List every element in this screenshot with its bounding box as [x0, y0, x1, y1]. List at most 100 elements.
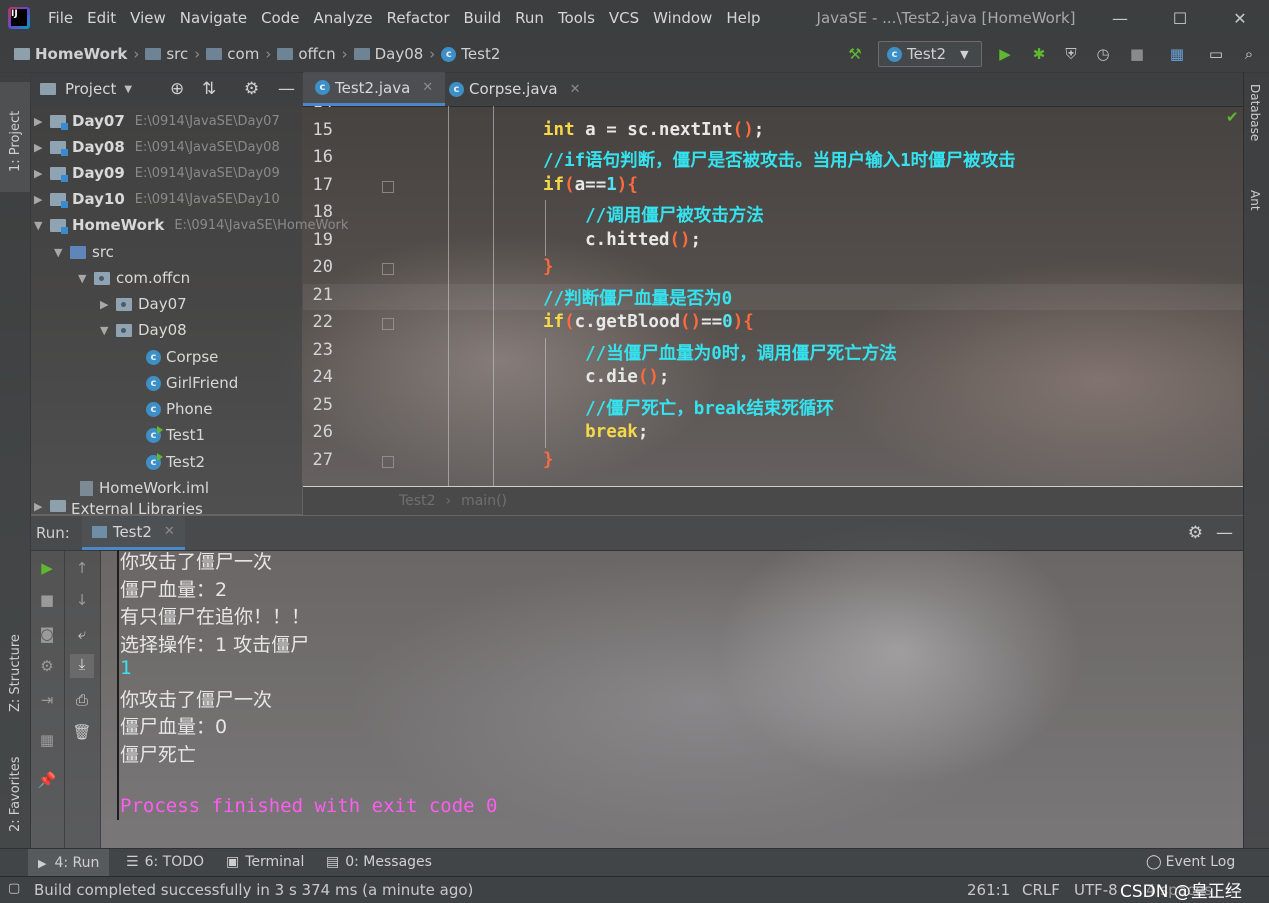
expand-arrow-icon[interactable]: ▶ [34, 167, 50, 180]
structure-tool-tab[interactable]: Z: Structure [0, 612, 30, 722]
exit-icon[interactable]: ⇥ [37, 690, 57, 710]
project-view-selector[interactable]: Project [65, 80, 116, 98]
run-tool-tab[interactable]: ▶ 4: Run [28, 849, 110, 877]
tree-item-homework-module[interactable]: ▼ HomeWork E:\0914\JavaSE\HomeWork [34, 212, 348, 238]
breadcrumb-test2[interactable]: c Test2 [441, 45, 500, 63]
tree-item-girlfriend[interactable]: c GirlFriend [146, 370, 238, 396]
menu-code[interactable]: Code [261, 9, 299, 27]
trash-icon[interactable]: 🗑 [72, 722, 92, 742]
intellij-logo-icon[interactable] [8, 7, 30, 29]
caret-position[interactable]: 261:1 [967, 881, 1010, 899]
tree-item-com-offcn[interactable]: ▼ com.offcn [78, 265, 190, 291]
expand-arrow-icon[interactable]: ▶ [100, 298, 116, 311]
debug-icon[interactable]: ✱ [1030, 46, 1048, 62]
editor-breadcrumb-class[interactable]: Test2 [399, 493, 435, 509]
stop-icon[interactable]: ■ [37, 590, 57, 610]
tree-item-day09-module[interactable]: ▶ Day09 E:\0914\JavaSE\Day09 [34, 160, 280, 186]
console-output[interactable]: 你攻击了僵尸一次 僵尸血量：2 有只僵尸在追你！！！ 选择操作：1 攻击僵尸 1 你攻击了… [100, 550, 1243, 848]
scroll-to-end-icon[interactable]: ⤓ [70, 654, 94, 678]
expand-arrow-icon[interactable]: ▶ [34, 115, 50, 128]
project-structure-icon[interactable]: ▦ [1168, 46, 1186, 62]
tab-corpse-java[interactable]: c Corpse.java ✕ [437, 72, 593, 106]
expand-arrow-icon[interactable]: ▶ [34, 193, 50, 206]
restore-layout-icon[interactable]: ⚙ [37, 656, 57, 676]
project-tool-tab[interactable]: 1: Project [0, 82, 30, 192]
menu-file[interactable]: File [48, 9, 73, 27]
menu-help[interactable]: Help [726, 9, 760, 27]
tree-item-day08-module[interactable]: ▶ Day08 E:\0914\JavaSE\Day08 [34, 134, 280, 160]
favorites-tool-tab[interactable]: 2: Favorites [0, 732, 30, 842]
tree-item-day10-module[interactable]: ▶ Day10 E:\0914\JavaSE\Day10 [34, 186, 280, 212]
expand-arrow-icon[interactable]: ▶ [34, 500, 50, 513]
collapse-arrow-icon[interactable]: ▼ [78, 272, 94, 285]
menu-navigate[interactable]: Navigate [180, 9, 247, 27]
menu-analyze[interactable]: Analyze [313, 9, 372, 27]
menu-view[interactable]: View [130, 9, 166, 27]
tree-item-src[interactable]: ▼ src [54, 239, 114, 265]
search-icon[interactable]: ⌕ [1240, 46, 1258, 62]
breadcrumb-com[interactable]: com › [206, 45, 277, 63]
terminal-tool-tab[interactable]: ▣ Terminal [226, 854, 304, 870]
expand-arrow-icon[interactable]: ▶ [34, 141, 50, 154]
run-tab-test2[interactable]: Test2 ✕ [81, 516, 185, 550]
camera-icon[interactable]: ◙ [37, 624, 57, 644]
close-button[interactable]: ✕ [1210, 0, 1269, 36]
menu-vcs[interactable]: VCS [609, 9, 639, 27]
tree-item-phone[interactable]: c Phone [146, 396, 212, 422]
collapse-all-icon[interactable]: ⇅ [202, 79, 216, 99]
menu-tools[interactable]: Tools [558, 9, 595, 27]
close-tab-icon[interactable]: ✕ [422, 80, 433, 95]
line-separator[interactable]: CRLF [1022, 881, 1060, 899]
messages-tool-tab[interactable]: ▤ 0: Messages [326, 854, 432, 870]
gear-icon[interactable]: ⚙ [244, 79, 259, 99]
coverage-icon[interactable]: ⛨ [1062, 46, 1080, 62]
rerun-icon[interactable]: ▶ [37, 558, 57, 578]
run-configuration-dropdown[interactable]: c Test2 ▼ [878, 41, 982, 67]
collapse-arrow-icon[interactable]: ▼ [100, 324, 116, 337]
status-message[interactable]: Build completed successfully in 3 s 374 … [34, 881, 473, 899]
minimize-button[interactable]: — [1090, 0, 1150, 36]
breadcrumb-homework[interactable]: HomeWork › [14, 45, 145, 63]
tree-item-test2[interactable]: c Test2 [146, 449, 205, 475]
build-hammer-icon[interactable]: ⚒ [846, 46, 864, 62]
tree-item-day07-module[interactable]: ▶ Day07 E:\0914\JavaSE\Day07 [34, 108, 280, 134]
profile-icon[interactable]: ◷ [1094, 46, 1112, 62]
hide-panel-icon[interactable]: — [1216, 523, 1233, 543]
soft-wrap-icon[interactable]: ⤶ [72, 624, 92, 644]
gear-icon[interactable]: ⚙ [1188, 523, 1203, 543]
up-arrow-icon[interactable]: ↑ [72, 558, 92, 578]
database-tool-tab[interactable]: Database [1248, 84, 1266, 174]
layout-icon[interactable]: ▭ [1207, 46, 1225, 62]
ant-tool-tab[interactable]: Ant [1248, 190, 1266, 240]
close-tab-icon[interactable]: ✕ [164, 524, 175, 539]
code-editor[interactable]: int a = sc.nextInt();//if语句判断，僵尸是否被攻击。当用… [303, 106, 1243, 486]
fold-marker-icon[interactable] [382, 180, 394, 193]
tree-item-external-libraries[interactable]: ▶ External Libraries [34, 500, 203, 514]
collapse-arrow-icon[interactable]: ▼ [34, 219, 50, 232]
print-icon[interactable]: ⎙ [72, 690, 92, 710]
menu-edit[interactable]: Edit [87, 9, 116, 27]
editor-breadcrumb-method[interactable]: main() [461, 493, 507, 509]
locate-target-icon[interactable]: ⊕ [170, 79, 184, 99]
menu-window[interactable]: Window [653, 9, 712, 27]
stop-icon[interactable]: ■ [1128, 46, 1146, 62]
breadcrumb-src[interactable]: src › [145, 45, 206, 63]
tree-item-homework-iml[interactable]: HomeWork.iml [78, 475, 209, 501]
tree-item-day07-package[interactable]: ▶ Day07 [100, 291, 187, 317]
breadcrumb-day08[interactable]: Day08 › [353, 45, 442, 63]
maximize-button[interactable]: ☐ [1150, 0, 1210, 36]
run-icon[interactable]: ▶ [996, 46, 1014, 62]
pin-icon[interactable]: 📌 [37, 770, 57, 790]
file-encoding[interactable]: UTF-8 [1074, 881, 1118, 899]
tree-item-day08-package[interactable]: ▼ Day08 [100, 317, 187, 343]
fold-marker-icon[interactable] [382, 455, 394, 468]
fold-marker-icon[interactable] [382, 318, 394, 330]
menu-run[interactable]: Run [515, 9, 544, 27]
todo-tool-tab[interactable]: ☰ 6: TODO [126, 854, 204, 870]
menu-refactor[interactable]: Refactor [387, 9, 450, 27]
event-log-tool-tab[interactable]: ◯ Event Log [1146, 854, 1235, 870]
menu-build[interactable]: Build [464, 9, 502, 27]
chevron-down-icon[interactable]: ▼ [124, 84, 132, 95]
down-arrow-icon[interactable]: ↓ [72, 590, 92, 610]
collapse-arrow-icon[interactable]: ▼ [54, 246, 70, 259]
